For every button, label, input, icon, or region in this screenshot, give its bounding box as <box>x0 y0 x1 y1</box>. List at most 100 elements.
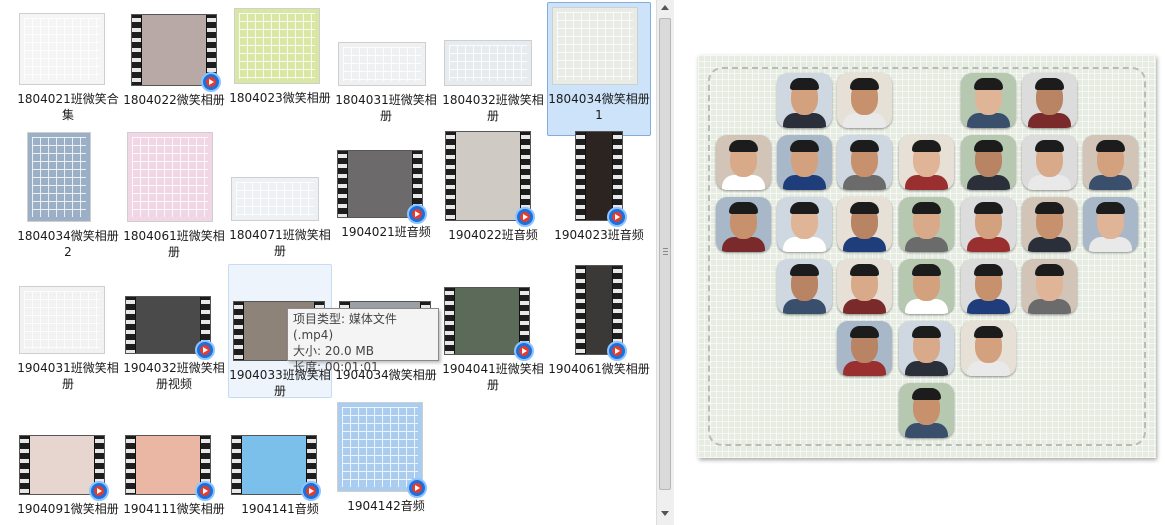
preview-pane <box>674 0 1165 525</box>
file-item[interactable]: 1904141音频 <box>228 398 332 525</box>
tooltip-length: 长度: 00:01:01 <box>293 360 379 374</box>
file-name: 1904032班微笑相册视频 <box>123 361 225 391</box>
play-badge-icon <box>201 72 221 92</box>
album-thumbnail <box>338 42 426 86</box>
file-name: 1804071班微笑相册 <box>229 228 331 258</box>
preview-face-photo <box>1022 135 1077 190</box>
preview-face-photo <box>961 135 1016 190</box>
file-item[interactable]: 1804034微笑相册1 <box>547 2 651 136</box>
album-thumbnail <box>19 13 105 85</box>
file-name: 1904111微笑相册 <box>123 502 225 516</box>
preview-face-photo <box>777 73 832 128</box>
file-item[interactable]: 1904031班微笑相册 <box>16 264 120 398</box>
play-badge-icon <box>407 204 427 224</box>
file-name: 1804022微笑相册 <box>123 93 225 107</box>
file-name: 1804021班微笑合集 <box>17 92 119 122</box>
file-name: 1804034微笑相册2 <box>17 229 119 259</box>
file-name: 1804034微笑相册1 <box>548 92 650 122</box>
preview-face-photo <box>899 259 954 314</box>
preview-face-photo <box>899 135 954 190</box>
preview-face-photo <box>837 73 892 128</box>
album-thumbnail <box>127 132 213 222</box>
video-thumbnail <box>445 131 531 221</box>
preview-face-photo <box>837 259 892 314</box>
file-item[interactable]: 1804021班微笑合集 <box>16 2 120 136</box>
play-badge-icon <box>514 341 534 361</box>
vertical-scrollbar[interactable] <box>656 0 674 525</box>
tooltip-size: 大小: 20.0 MB <box>293 344 374 358</box>
preview-face-photo <box>1022 73 1077 128</box>
preview-image <box>698 55 1156 458</box>
album-thumbnail <box>444 40 532 86</box>
file-name: 1904041班微笑相册 <box>442 362 544 392</box>
file-name: 1904142音频 <box>347 499 425 513</box>
preview-face-photo <box>961 197 1016 252</box>
scroll-up-arrow-icon[interactable] <box>661 5 669 10</box>
play-badge-icon <box>607 341 627 361</box>
file-name: 1904141音频 <box>241 502 319 516</box>
preview-face-photo <box>899 197 954 252</box>
play-badge-icon <box>407 478 427 498</box>
file-item[interactable]: 1904091微笑相册 <box>16 398 120 525</box>
file-item[interactable]: 1904041班微笑相册 <box>441 264 545 398</box>
file-item[interactable]: 1904022班音频 <box>441 130 545 264</box>
file-item[interactable]: 1904021班音频 <box>334 130 438 264</box>
scrollbar-thumb[interactable] <box>659 18 671 490</box>
file-name: 1904023班音频 <box>554 228 644 242</box>
file-item[interactable]: 1804031班微笑相册 <box>334 2 438 136</box>
preview-face-photo <box>837 197 892 252</box>
file-item[interactable]: 1804023微笑相册 <box>228 2 332 136</box>
preview-face-photo <box>899 321 954 376</box>
file-name: 1904061微笑相册 <box>548 362 650 376</box>
preview-face-photo <box>961 259 1016 314</box>
preview-face-photo <box>837 321 892 376</box>
file-name: 1904022班音频 <box>448 228 538 242</box>
file-item[interactable]: 1804061班微笑相册 <box>122 130 226 264</box>
play-badge-icon <box>89 481 109 501</box>
file-item[interactable]: 1904142音频 <box>334 398 438 525</box>
file-name: 1804023微笑相册 <box>229 91 331 105</box>
play-badge-icon <box>195 481 215 501</box>
preview-face-photo <box>716 197 771 252</box>
preview-face-photo <box>777 197 832 252</box>
preview-face-photo <box>837 135 892 190</box>
file-name: 1904021班音频 <box>341 225 431 239</box>
album-thumbnail <box>234 8 320 84</box>
album-thumbnail <box>552 7 638 85</box>
preview-face-photo <box>961 321 1016 376</box>
play-badge-icon <box>515 207 535 227</box>
album-thumbnail <box>231 177 319 221</box>
file-name: 1904091微笑相册 <box>17 502 119 516</box>
album-thumbnail <box>27 132 91 222</box>
preview-face-photo <box>1083 197 1138 252</box>
file-name: 1804061班微笑相册 <box>123 229 225 259</box>
file-item[interactable]: 1804071班微笑相册 <box>228 130 332 264</box>
play-badge-icon <box>301 481 321 501</box>
file-list-pane: 1804021班微笑合集 1804022微笑相册 1804023微笑相册 180403… <box>0 0 655 525</box>
file-item[interactable]: 1904032班微笑相册视频 <box>122 264 226 398</box>
preview-face-photo <box>1022 259 1077 314</box>
preview-face-photo <box>777 259 832 314</box>
scroll-down-arrow-icon[interactable] <box>661 511 669 516</box>
file-item[interactable]: 1804022微笑相册 <box>122 2 226 136</box>
file-item[interactable]: 1904111微笑相册 <box>122 398 226 525</box>
preview-face-photo <box>716 135 771 190</box>
preview-face-photo <box>1022 197 1077 252</box>
preview-face-photo <box>1083 135 1138 190</box>
file-name: 1904031班微笑相册 <box>17 361 119 391</box>
preview-face-photo <box>777 135 832 190</box>
file-name: 1804031班微笑相册 <box>335 93 437 123</box>
file-name: 1804032班微笑相册 <box>442 93 544 123</box>
file-item[interactable]: 1804032班微笑相册 <box>441 2 545 136</box>
preview-face-photo <box>899 383 954 438</box>
file-tooltip: 项目类型: 媒体文件(.mp4) 大小: 20.0 MB 长度: 00:01:0… <box>287 308 439 374</box>
album-thumbnail <box>19 286 105 354</box>
album-thumbnail <box>337 402 423 492</box>
tooltip-type: 项目类型: 媒体文件(.mp4) <box>293 312 397 342</box>
preview-face-photo <box>961 73 1016 128</box>
file-item[interactable]: 1904023班音频 <box>547 130 651 264</box>
play-badge-icon <box>195 340 215 360</box>
file-item[interactable]: 1904061微笑相册 <box>547 264 651 398</box>
play-badge-icon <box>607 207 627 227</box>
file-item[interactable]: 1804034微笑相册2 <box>16 130 120 264</box>
